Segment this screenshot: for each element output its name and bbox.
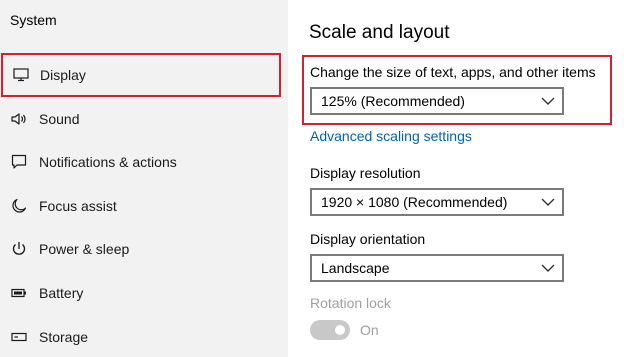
sidebar-item-label: Battery [39, 285, 84, 301]
orientation-dropdown[interactable]: Landscape [310, 254, 564, 282]
advanced-scaling-link[interactable]: Advanced scaling settings [310, 128, 472, 144]
moon-icon [10, 197, 28, 215]
speaker-icon [10, 110, 28, 128]
chevron-down-icon [541, 264, 555, 272]
sidebar-item-label: Focus assist [39, 198, 117, 214]
storage-icon [10, 328, 28, 346]
orientation-dropdown-value: Landscape [321, 260, 390, 276]
scale-dropdown[interactable]: 125% (Recommended) [310, 87, 564, 115]
sidebar-item-storage[interactable]: Storage [0, 315, 288, 357]
toggle-knob [335, 325, 345, 335]
monitor-icon [12, 66, 30, 84]
scale-label: Change the size of text, apps, and other… [310, 64, 596, 80]
scale-dropdown-value: 125% (Recommended) [321, 93, 465, 109]
sidebar-item-label: Sound [39, 111, 80, 127]
sidebar-item-label: Notifications & actions [39, 154, 177, 170]
sidebar-item-label: Storage [39, 329, 89, 345]
resolution-dropdown-value: 1920 × 1080 (Recommended) [321, 194, 508, 210]
rotation-lock-toggle[interactable] [310, 320, 350, 340]
rotation-lock-label: Rotation lock [310, 295, 391, 311]
sidebar-item-battery[interactable]: Battery [0, 271, 288, 315]
sidebar-item-notifications[interactable]: Notifications & actions [0, 140, 288, 184]
sidebar-item-display[interactable]: Display [1, 53, 281, 97]
rotation-lock-state: On [360, 322, 379, 338]
sidebar-item-sound[interactable]: Sound [0, 97, 288, 141]
sidebar-item-power-sleep[interactable]: Power & sleep [0, 227, 288, 271]
orientation-label: Display orientation [310, 231, 426, 247]
resolution-label: Display resolution [310, 165, 421, 181]
sidebar: System Display Sound Notifications & act… [0, 0, 288, 357]
sidebar-item-label: Display [40, 67, 86, 83]
chevron-down-icon [541, 97, 555, 105]
sidebar-item-focus-assist[interactable]: Focus assist [0, 184, 288, 228]
chevron-down-icon [541, 198, 555, 206]
section-title: Scale and layout [309, 22, 450, 43]
power-icon [10, 240, 28, 258]
main-panel: Scale and layout Change the size of text… [288, 0, 640, 357]
sidebar-item-label: Power & sleep [39, 241, 130, 257]
resolution-dropdown[interactable]: 1920 × 1080 (Recommended) [310, 188, 564, 216]
battery-icon [10, 284, 28, 302]
sidebar-title: System [10, 12, 57, 28]
notification-icon [10, 153, 28, 171]
